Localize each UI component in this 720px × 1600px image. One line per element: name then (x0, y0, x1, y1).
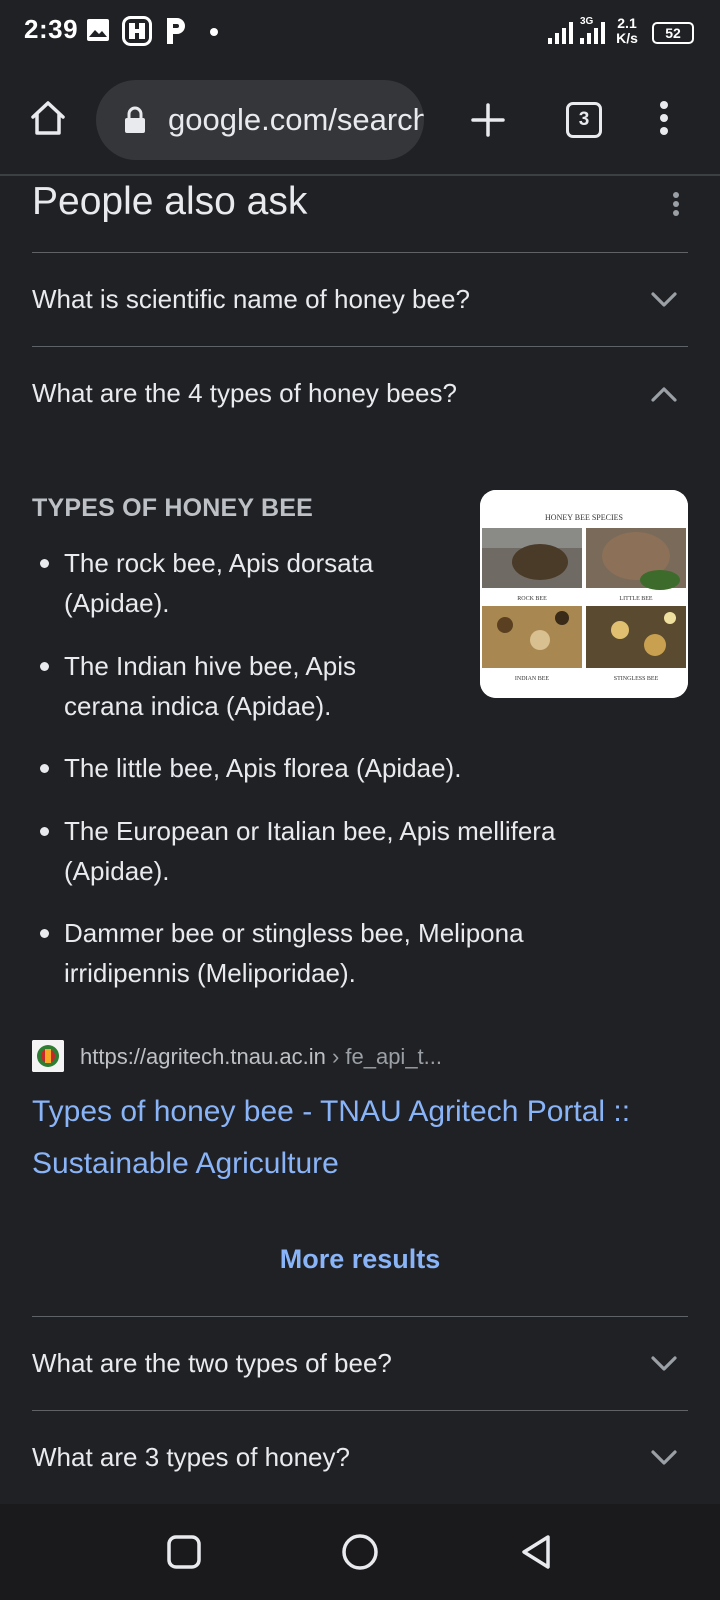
network-speed: 2.1 K/s (612, 16, 642, 46)
bullet-line: Dammer bee or stingless bee, Melipona (64, 918, 524, 948)
bullet-line: (Apidae). (64, 588, 170, 618)
bullet-text-block: The little bee, Apis florea (Apidae). (64, 748, 461, 788)
dot-icon (210, 28, 218, 36)
browser-menu-button[interactable] (644, 94, 684, 142)
question-text: What are the 4 types of honey bees? (32, 378, 457, 408)
signal-3g-icon: 3G (580, 16, 605, 44)
home-nav-button[interactable] (340, 1532, 380, 1572)
bullet-dot (40, 559, 49, 568)
battery-level: 52 (665, 25, 681, 41)
answer-bullet: The rock bee, Apis dorsata (Apidae). (32, 543, 492, 623)
answer-bullet: Dammer bee or stingless bee, Melipona ir… (32, 913, 682, 993)
result-title-line: Sustainable Agriculture (32, 1147, 339, 1180)
chevron-down-icon (651, 1356, 677, 1371)
bullet-dot (40, 764, 49, 773)
source-domain: https://agritech.tnau.ac.in (80, 1044, 326, 1069)
chevron-up-icon (651, 387, 677, 402)
lock-icon (125, 106, 145, 133)
result-title-link[interactable]: Types of honey bee - TNAU Agritech Porta… (32, 1086, 682, 1190)
tnau-emblem-icon (32, 1040, 64, 1072)
image-caption: STINGLESS BEE (614, 676, 659, 682)
bullet-line: The rock bee, Apis dorsata (64, 548, 374, 578)
recents-button[interactable] (164, 1532, 204, 1572)
source-breadcrumb: › fe_api_t... (325, 1044, 443, 1069)
answer-bullet: The Indian hive bee, Apis cerana indica … (32, 646, 492, 726)
more-vert-icon[interactable] (664, 186, 688, 226)
image-caption: ROCK BEE (517, 596, 547, 602)
bullet-text-block: The rock bee, Apis dorsata (Apidae). (64, 543, 373, 623)
address-bar[interactable]: google.com/search (96, 80, 424, 160)
image-caption: INDIAN BEE (515, 676, 549, 682)
question-row[interactable]: What are the 4 types of honey bees? (0, 347, 720, 440)
bullet-dot (40, 827, 49, 836)
battery-icon: 52 (652, 22, 694, 44)
home-icon (31, 101, 65, 135)
question-text: What is scientific name of honey bee? (32, 284, 470, 314)
bullet-dot (40, 662, 49, 671)
site-favicon (32, 1040, 64, 1072)
bullet-text-block: The Indian hive bee, Apis cerana indica … (64, 646, 356, 726)
browser-toolbar: google.com/search 3 (0, 66, 720, 176)
question-row[interactable]: What are the two types of bee? (0, 1317, 720, 1410)
search-results: People also ask What is scientific name … (0, 176, 720, 1504)
answer-bullet: The European or Italian bee, Apis mellif… (32, 811, 682, 891)
back-button[interactable] (516, 1532, 556, 1572)
tab-switcher-button[interactable]: 3 (566, 102, 602, 138)
more-results-button[interactable]: More results (0, 1244, 720, 1275)
system-nav-bar (0, 1504, 720, 1600)
people-also-ask-title: People also ask (32, 180, 308, 223)
app-icon (122, 16, 152, 46)
answer-bullet: The little bee, Apis florea (Apidae). (32, 748, 682, 788)
bullet-text-block: The European or Italian bee, Apis mellif… (64, 811, 555, 891)
question-text: What are 3 types of honey? (32, 1442, 350, 1472)
speed-unit: K/s (616, 30, 638, 46)
url-text: google.com/search (168, 102, 424, 137)
chevron-down-icon (651, 1450, 677, 1465)
status-time: 2:39 (24, 14, 79, 44)
question-text: What are the two types of bee? (32, 1348, 392, 1378)
answer-heading: TYPES OF HONEY BEE (32, 494, 313, 522)
image-caption: LITTLE BEE (619, 596, 652, 602)
question-row[interactable]: What is scientific name of honey bee? (0, 253, 720, 346)
bullet-dot (40, 929, 49, 938)
bullet-line: irridipennis (Meliporidae). (64, 958, 356, 988)
result-title-line: Types of honey bee - TNAU Agritech Porta… (32, 1095, 631, 1128)
gallery-icon (87, 19, 109, 41)
question-row[interactable]: What are 3 types of honey? (0, 1411, 720, 1504)
bullet-line: The little bee, Apis florea (Apidae). (64, 753, 462, 783)
bullet-text-block: Dammer bee or stingless bee, Melipona ir… (64, 913, 524, 993)
signal-icon (548, 22, 573, 44)
p-icon (167, 18, 185, 44)
species-collage: HONEY BEE SPECIES ROCK BEE LITTLE BEE IN… (480, 490, 688, 698)
home-button[interactable] (24, 94, 72, 142)
chevron-down-icon (651, 292, 677, 307)
bullet-line: cerana indica (Apidae). (64, 691, 332, 721)
honey-bee-species-image[interactable]: HONEY BEE SPECIES ROCK BEE LITTLE BEE IN… (480, 490, 688, 698)
plus-icon (471, 103, 505, 137)
more-vert-icon (660, 101, 668, 135)
bullet-line: (Apidae). (64, 856, 170, 886)
bullet-line: The European or Italian bee, Apis mellif… (64, 816, 556, 846)
status-bar: 2:39 3G 2.1 K/s 52 (0, 0, 720, 66)
speed-value: 2.1 (617, 15, 637, 31)
image-title: HONEY BEE SPECIES (545, 513, 623, 522)
bullet-line: The Indian hive bee, Apis (64, 651, 356, 681)
network-label: 3G (580, 16, 594, 27)
new-tab-button[interactable] (464, 96, 512, 144)
source-url: https://agritech.tnau.ac.in › fe_api_t..… (80, 1044, 442, 1070)
